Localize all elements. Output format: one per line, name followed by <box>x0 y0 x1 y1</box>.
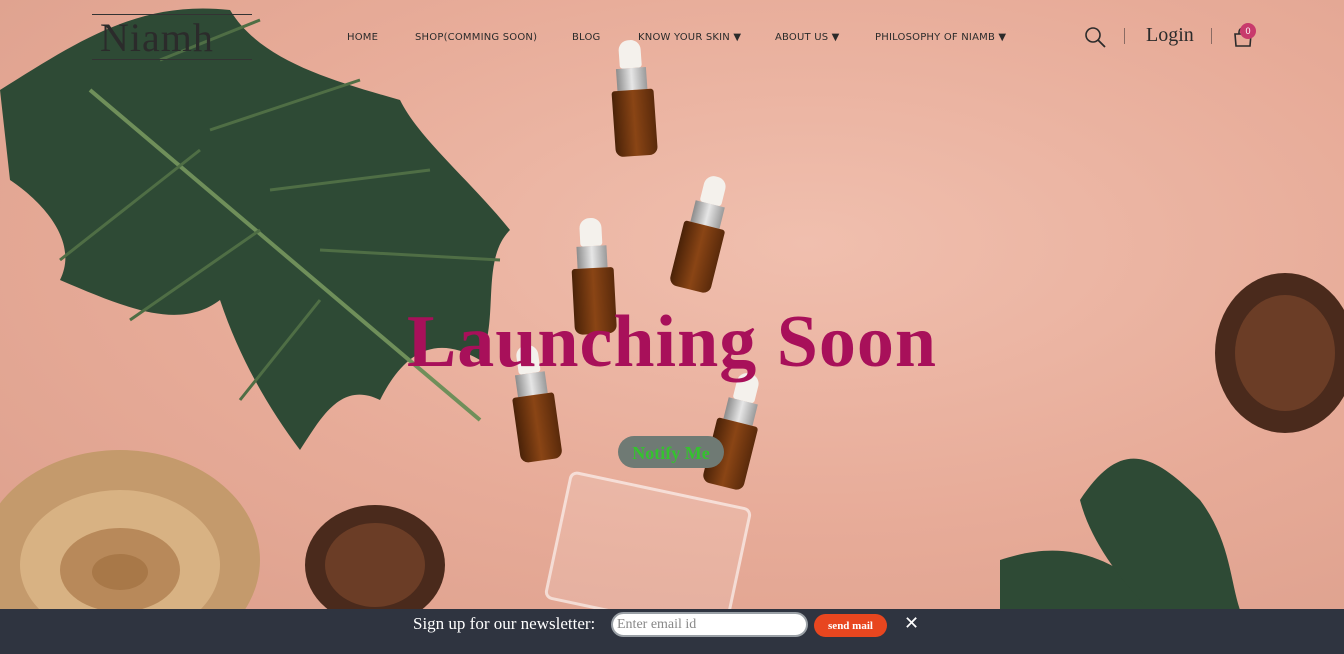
header-divider <box>1124 28 1125 44</box>
serum-bottle-image <box>608 39 658 158</box>
serum-bottle-image <box>701 369 771 492</box>
send-mail-button[interactable]: send mail <box>814 614 887 637</box>
notify-me-button[interactable]: Notify Me <box>618 436 724 468</box>
nav-item-shop[interactable]: SHOP(COMMING SOON) <box>415 32 537 43</box>
hero-headline: Launching Soon <box>406 301 938 383</box>
nav-item-know-your-skin[interactable]: KNOW YOUR SKIN ▼ <box>638 32 741 43</box>
login-link[interactable]: Login <box>1146 24 1194 47</box>
newsletter-label: Sign up for our newsletter: <box>413 614 596 633</box>
pine-cone-image <box>305 505 445 609</box>
site-logo[interactable]: Niamh <box>92 14 252 60</box>
wood-slice-image <box>0 450 260 609</box>
serum-bottle-image <box>668 172 738 295</box>
header-divider <box>1211 28 1212 44</box>
newsletter-email-input[interactable] <box>611 612 808 637</box>
beaker-image <box>543 470 753 609</box>
monstera-leaf-image <box>0 8 510 450</box>
cart-count-badge: 0 <box>1240 23 1256 39</box>
close-icon[interactable]: ✕ <box>904 613 919 634</box>
nav-item-home[interactable]: HOME <box>347 32 378 43</box>
nav-item-blog[interactable]: BLOG <box>572 32 601 43</box>
leaf-image <box>1000 458 1240 609</box>
nav-item-philosophy[interactable]: PHILOSOPHY OF NIAMB ▼ <box>875 32 1006 43</box>
search-icon[interactable] <box>1084 26 1106 48</box>
nav-item-about-us[interactable]: ABOUT US ▼ <box>775 32 840 43</box>
